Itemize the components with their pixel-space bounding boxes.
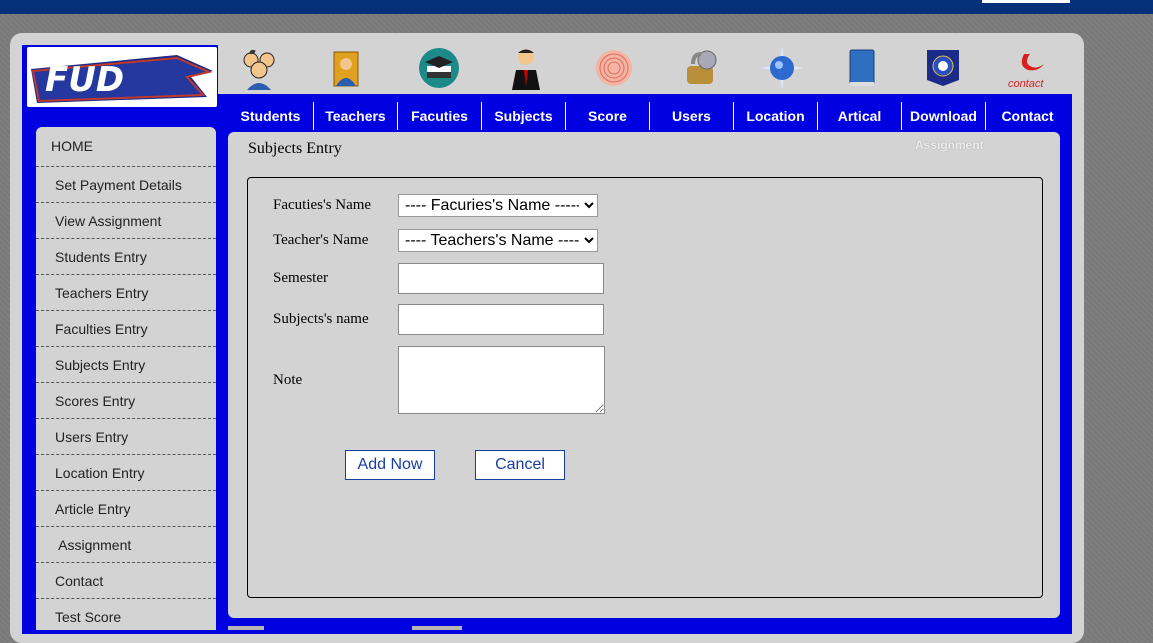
sidebar-item-assignment[interactable]: Assignment xyxy=(36,527,216,563)
sidebar-item-users-entry[interactable]: Users Entry xyxy=(36,419,216,455)
sidebar-item-contact[interactable]: Contact xyxy=(36,563,216,599)
sidebar-item-faculties-entry[interactable]: Faculties Entry xyxy=(36,311,216,347)
logo-text: FUD xyxy=(45,60,124,100)
nav-teachers[interactable]: Teachers xyxy=(313,102,397,130)
page-title: Subjects Entry xyxy=(248,140,342,157)
main-nav: Students Teachers Facuties Subjects Scor… xyxy=(228,102,1069,130)
location-icon[interactable] xyxy=(760,46,804,90)
footer-strip-mid xyxy=(412,626,462,630)
article-icon[interactable] xyxy=(840,46,884,90)
faculties-icon[interactable] xyxy=(417,46,461,90)
nav-download[interactable]: Download xyxy=(901,102,985,130)
sidebar-item-teachers-entry[interactable]: Teachers Entry xyxy=(36,275,216,311)
nav-article[interactable]: Artical xyxy=(817,102,901,130)
sidebar-item-students-entry[interactable]: Students Entry xyxy=(36,239,216,275)
nav-students[interactable]: Students xyxy=(228,102,313,130)
footer-strip-left xyxy=(228,626,264,630)
download-icon[interactable] xyxy=(921,46,965,90)
teacher-label: Teacher's Name xyxy=(273,232,369,248)
users-icon[interactable] xyxy=(679,46,723,90)
contact-icon[interactable]: contact xyxy=(1004,46,1056,90)
semester-label: Semester xyxy=(273,270,328,286)
subject-name-field[interactable] xyxy=(398,304,604,335)
sidebar-item-subjects-entry[interactable]: Subjects Entry xyxy=(36,347,216,383)
nav-faculties[interactable]: Facuties xyxy=(397,102,481,130)
subjects-icon[interactable] xyxy=(504,46,548,90)
cancel-button[interactable]: Cancel xyxy=(475,450,565,480)
note-label: Note xyxy=(273,372,303,388)
teacher-select[interactable]: ---- Teachers's Name ---- xyxy=(398,229,598,252)
teachers-icon[interactable] xyxy=(324,46,368,90)
language-select[interactable] xyxy=(982,0,1070,3)
icon-row: contact xyxy=(218,40,1068,94)
nav-download-assignment[interactable]: Assignment xyxy=(915,138,984,152)
sidebar-item-set-payment-details[interactable]: Set Payment Details xyxy=(36,167,216,203)
sidebar-item-home[interactable]: HOME xyxy=(36,127,216,167)
nav-score[interactable]: Score xyxy=(565,102,649,130)
faculty-select[interactable]: ---- Facuries's Name ----- xyxy=(398,194,598,217)
subject-name-label: Subjects's name xyxy=(273,311,369,327)
note-field[interactable] xyxy=(398,346,605,414)
score-icon[interactable] xyxy=(592,46,636,90)
sidebar: HOME Set Payment Details View Assignment… xyxy=(36,127,216,630)
nav-contact[interactable]: Contact xyxy=(985,102,1069,130)
top-bar xyxy=(0,0,1153,14)
sidebar-item-scores-entry[interactable]: Scores Entry xyxy=(36,383,216,419)
faculty-label: Facuties's Name xyxy=(273,197,372,213)
fud-logo[interactable]: FUD xyxy=(27,47,217,107)
sidebar-item-location-entry[interactable]: Location Entry xyxy=(36,455,216,491)
students-icon[interactable] xyxy=(237,46,281,90)
contact-icon-label: contact xyxy=(1008,78,1044,90)
semester-field[interactable] xyxy=(398,263,604,294)
nav-location[interactable]: Location xyxy=(733,102,817,130)
nav-subjects[interactable]: Subjects xyxy=(481,102,565,130)
nav-users[interactable]: Users xyxy=(649,102,733,130)
sidebar-item-view-assignment[interactable]: View Assignment xyxy=(36,203,216,239)
add-now-button[interactable]: Add Now xyxy=(345,450,435,480)
fud-logo-graphic: FUD xyxy=(31,55,213,103)
sidebar-item-article-entry[interactable]: Article Entry xyxy=(36,491,216,527)
